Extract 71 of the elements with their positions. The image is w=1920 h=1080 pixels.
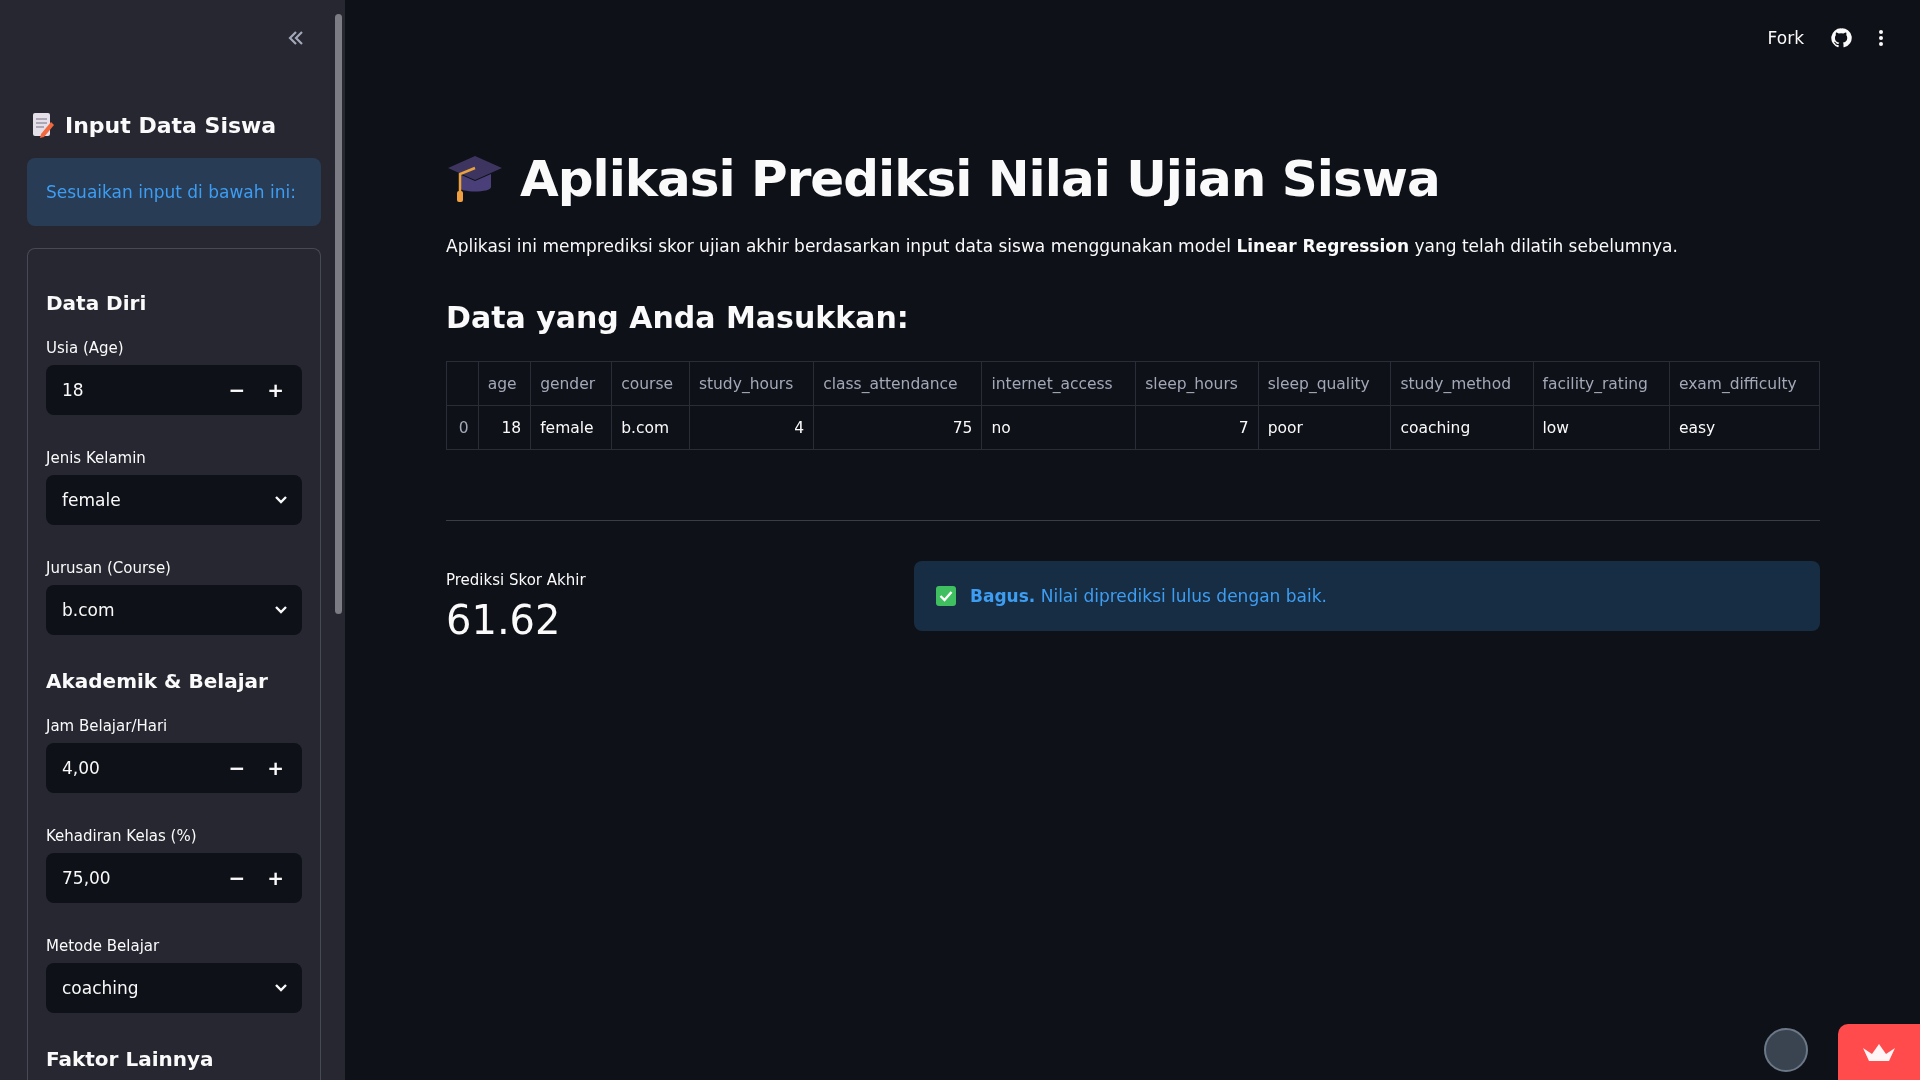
table-cell: 75 [813,405,982,450]
chevron-down-icon [274,983,288,993]
select-dropdown[interactable]: female [46,475,302,525]
increment-button[interactable]: + [263,756,288,780]
table-cell: female [530,405,612,450]
table-cell: 7 [1135,405,1259,450]
number-input[interactable]: 18 − + [46,365,302,415]
description-text: Aplikasi ini memprediksi skor ujian akhir berdasarkan input data siswa menggunakan model Linear Regression yang telah dilatih sebelumnya. [446,236,1679,256]
field-label: Usia (Age) [46,339,125,357]
increment-button[interactable]: + [263,866,288,890]
table-cell: 18 [478,405,531,450]
column-header: exam_difficulty [1669,361,1820,406]
decrement-button[interactable]: − [224,378,250,402]
table-cell: easy [1669,405,1820,450]
field-label: Jam Belajar/Hari [46,717,169,735]
column-header: course [611,361,690,406]
section-heading: Faktor Lainnya [46,1047,215,1071]
section-heading: Data Diri [46,291,148,315]
field-label: Metode Belajar [46,937,161,955]
section-heading: Data yang Anda Masukkan: [446,300,910,335]
row-index: 0 [446,405,479,450]
page-title: Aplikasi Prediksi Nilai Ujian Siswa [520,150,1440,208]
column-header: study_method [1390,361,1534,406]
check-icon [936,586,956,606]
scrollbar[interactable] [335,14,342,614]
column-header: class_attendance [813,361,982,406]
selected-value: female [62,490,122,510]
column-header: internet_access [981,361,1136,406]
table-cell: b.com [611,405,690,450]
number-input[interactable]: 75,00 − + [46,853,302,903]
index-header [446,361,479,406]
column-header: age [478,361,531,406]
more-options-icon[interactable] [1878,29,1884,47]
table-cell: coaching [1390,405,1534,450]
column-header: facility_rating [1533,361,1670,406]
fork-link[interactable]: Fork [1767,28,1804,48]
crown-icon [1862,1042,1896,1062]
select-dropdown[interactable]: b.com [46,585,302,635]
info-message: Sesuaikan input di bawah ini: [27,158,321,226]
number-input[interactable]: 4,00 − + [46,743,302,793]
table-cell: low [1533,405,1670,450]
alert-text: Bagus. Nilai diprediksi lulus dengan baik. [970,586,1327,606]
select-dropdown[interactable]: coaching [46,963,302,1013]
metric-label: Prediksi Skor Akhir [446,571,587,589]
column-header: study_hours [689,361,814,406]
decrement-button[interactable]: − [224,866,250,890]
input-value: 18 [62,380,85,400]
selected-value: b.com [62,600,116,620]
column-header: gender [530,361,612,406]
sidebar-heading: Input Data Siswa [65,112,277,138]
selected-value: coaching [62,978,140,998]
column-header: sleep_quality [1258,361,1391,406]
field-label: Kehadiran Kelas (%) [46,827,198,845]
input-value: 75,00 [62,868,112,888]
video-thumbnail[interactable] [1764,1028,1808,1072]
chevron-down-icon [274,605,288,615]
field-label: Jurusan (Course) [46,559,172,577]
decrement-button[interactable]: − [224,756,250,780]
github-icon[interactable] [1830,27,1852,49]
input-value: 4,00 [62,758,101,778]
increment-button[interactable]: + [263,378,288,402]
field-label: Jenis Kelamin [46,449,147,467]
table-cell: 4 [689,405,814,450]
table-cell: poor [1258,405,1391,450]
chevron-down-icon [274,495,288,505]
table-cell: no [981,405,1136,450]
metric-value: 61.62 [446,597,562,643]
section-heading: Akademik & Belajar [46,669,269,693]
app-badge[interactable] [1838,1024,1920,1080]
column-header: sleep_hours [1135,361,1259,406]
memo-icon [31,112,55,138]
